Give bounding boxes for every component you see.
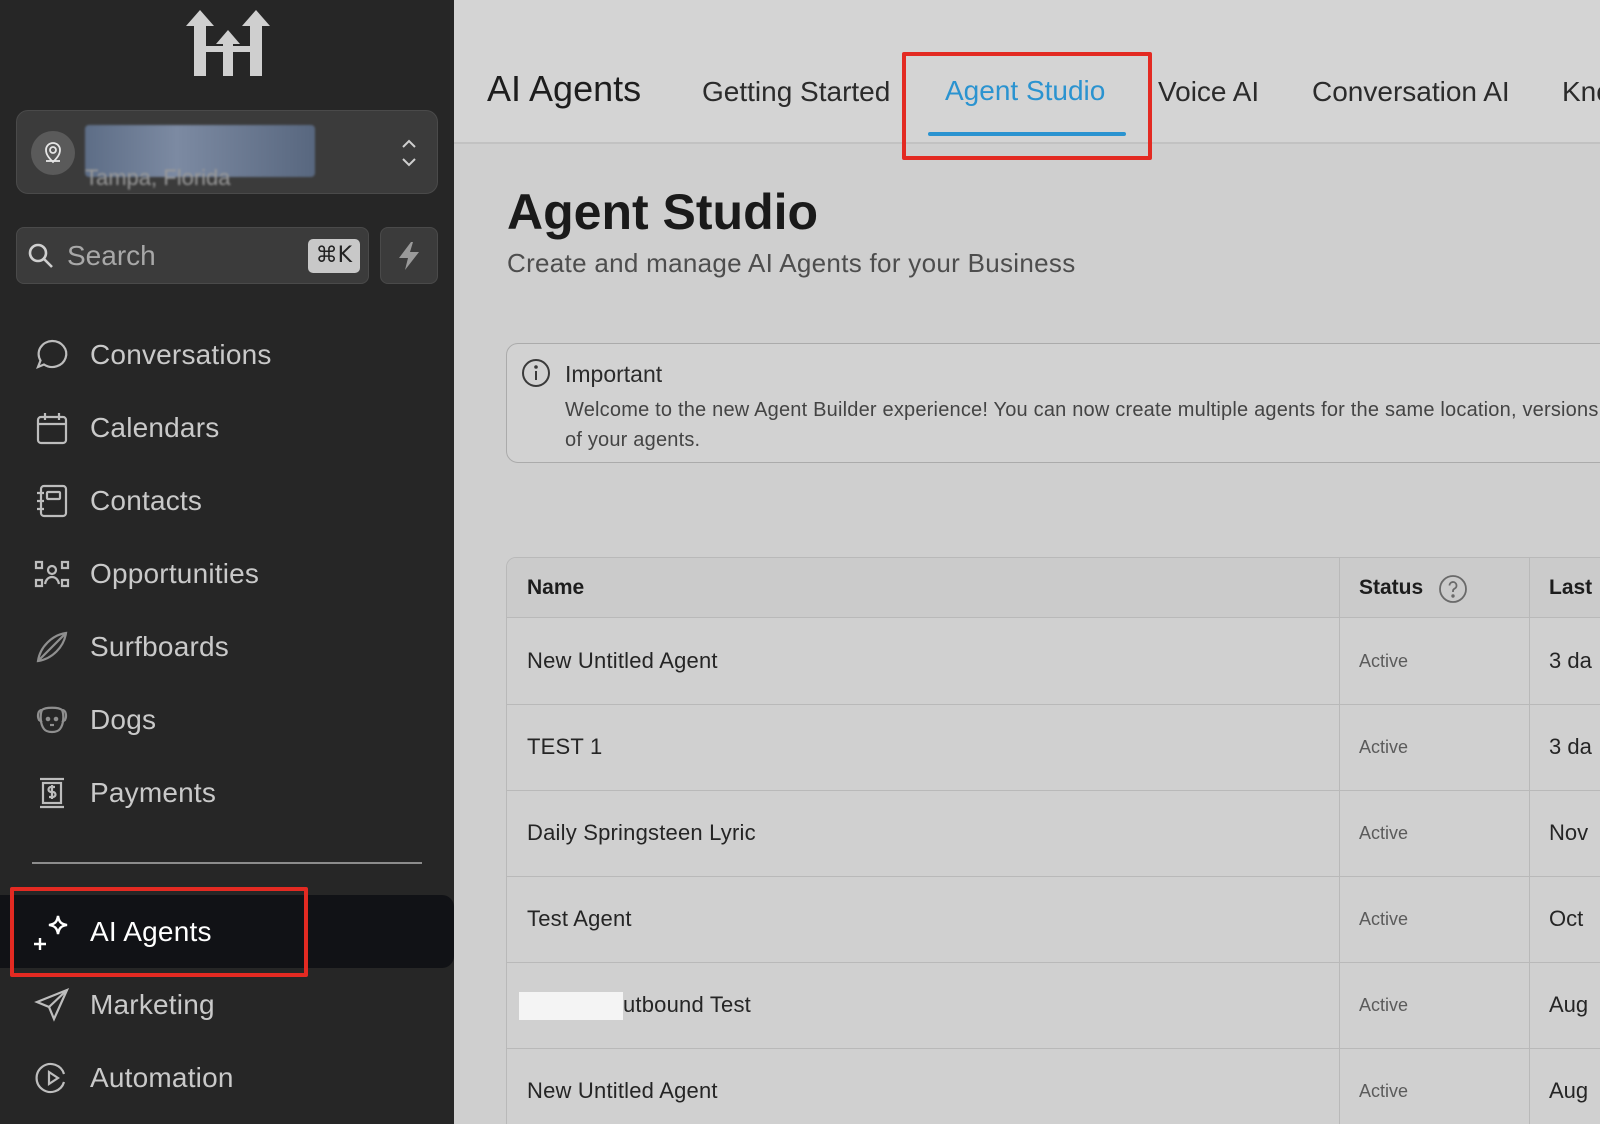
agent-last-updated: 3 da: [1549, 648, 1592, 673]
sidebar-item-label: Dogs: [90, 703, 157, 735]
table-row[interactable]: Daily Springsteen Lyric Active Nov: [507, 791, 1600, 877]
agents-table: Name Status Last New Untitled Agent Acti…: [506, 557, 1600, 1124]
agent-name[interactable]: Daily Springsteen Lyric: [527, 820, 756, 846]
location-pin-icon: [31, 131, 75, 175]
surfboard-icon: [32, 627, 72, 667]
agent-name[interactable]: utbound Test: [623, 992, 751, 1018]
question-circle-icon[interactable]: [1438, 574, 1468, 604]
tab-voice-ai[interactable]: Voice AI: [1158, 76, 1259, 108]
active-tab-indicator: [928, 132, 1126, 136]
agent-name[interactable]: New Untitled Agent: [527, 1078, 718, 1104]
sidebar-item-conversations[interactable]: Conversations: [0, 318, 454, 391]
search-icon: [28, 243, 53, 268]
main-content: AI Agents Getting Started Agent Studio V…: [454, 0, 1600, 1124]
sidebar-divider: [32, 862, 422, 864]
sidebar-item-marketing[interactable]: Marketing: [0, 968, 454, 1041]
sidebar-item-label: Conversations: [90, 338, 272, 370]
page-subtitle: Create and manage AI Agents for your Bus…: [507, 248, 1076, 278]
sidebar-item-automation[interactable]: Automation: [0, 1041, 454, 1114]
agent-name[interactable]: Test Agent: [527, 906, 632, 932]
sidebar-item-label: Contacts: [90, 484, 203, 516]
sidebar-item-label: Automation: [90, 1061, 234, 1093]
agent-last-updated: Oct: [1549, 906, 1584, 931]
info-icon: [522, 359, 550, 387]
column-header-last-updated[interactable]: Last: [1549, 576, 1592, 600]
location-subtitle: Tampa, Florida: [85, 165, 231, 190]
column-header-status[interactable]: Status: [1359, 576, 1423, 600]
search-shortcut-badge: ⌘K: [307, 239, 360, 273]
chevron-up-down-icon: [402, 139, 416, 167]
play-circle-icon: [32, 1058, 72, 1098]
agent-status: Active: [1359, 651, 1409, 671]
sidebar-item-label: Calendars: [90, 411, 220, 443]
alert-title: Important: [565, 361, 663, 387]
redacted-text: [519, 992, 623, 1020]
sparkles-icon: [32, 912, 72, 952]
tab-conversation-ai[interactable]: Conversation AI: [1312, 76, 1510, 108]
sidebar-nav-secondary: AI Agents Marketing Automation: [0, 895, 454, 1114]
important-alert: Important Welcome to the new Agent Build…: [506, 343, 1600, 463]
page-title: Agent Studio: [507, 184, 819, 240]
table-row[interactable]: Test Agent Active Oct: [507, 877, 1600, 963]
opportunities-icon: [32, 554, 72, 594]
sidebar-item-dogs[interactable]: Dogs: [0, 683, 454, 756]
agent-name[interactable]: New Untitled Agent: [527, 648, 718, 674]
paper-plane-icon: [32, 985, 72, 1025]
sidebar-item-contacts[interactable]: Contacts: [0, 464, 454, 537]
quick-action-button[interactable]: [380, 227, 438, 284]
table-row[interactable]: utbound Test Active Aug: [507, 963, 1600, 1049]
sidebar-nav-primary: Conversations Calendars Contacts Opportu…: [0, 318, 454, 829]
agent-last-updated: Aug: [1549, 1078, 1589, 1103]
sidebar-item-payments[interactable]: Payments: [0, 756, 454, 829]
sidebar-item-surfboards[interactable]: Surfboards: [0, 610, 454, 683]
sidebar-item-label: Opportunities: [90, 557, 260, 589]
tab-agent-studio[interactable]: Agent Studio: [945, 75, 1105, 107]
tab-getting-started[interactable]: Getting Started: [702, 76, 890, 108]
lightning-bolt-icon: [399, 241, 419, 270]
agent-last-updated: Aug: [1549, 992, 1589, 1017]
agent-status: Active: [1359, 823, 1409, 843]
calendar-icon: [32, 408, 72, 448]
app-title: AI Agents: [487, 68, 642, 109]
payments-icon: [32, 773, 72, 813]
sidebar-item-label: Surfboards: [90, 630, 229, 662]
sidebar-item-label: Marketing: [90, 988, 215, 1020]
tab-knowledge-base[interactable]: Kno: [1562, 76, 1600, 108]
table-row[interactable]: TEST 1 Active 3 da: [507, 705, 1600, 791]
column-header-name[interactable]: Name: [527, 576, 584, 600]
search-bar[interactable]: ⌘K: [16, 227, 369, 284]
sidebar-item-ai-agents[interactable]: AI Agents: [0, 895, 454, 968]
sidebar-item-label: Payments: [90, 776, 217, 808]
search-input[interactable]: [67, 240, 297, 272]
agent-status: Active: [1359, 737, 1409, 757]
agent-name[interactable]: TEST 1: [527, 734, 602, 760]
header-tabs-bar: AI Agents Getting Started Agent Studio V…: [454, 0, 1600, 160]
sidebar-item-opportunities[interactable]: Opportunities: [0, 537, 454, 610]
contacts-book-icon: [32, 481, 72, 521]
agent-last-updated: 3 da: [1549, 734, 1592, 759]
agent-status: Active: [1359, 909, 1409, 929]
brand-arrows-logo[interactable]: [186, 10, 270, 78]
table-row[interactable]: New Untitled Agent Active Aug: [507, 1049, 1600, 1124]
agent-last-updated: Nov: [1549, 820, 1589, 845]
sidebar-item-label: AI Agents: [90, 915, 212, 947]
table-row[interactable]: New Untitled Agent Active 3 da: [507, 619, 1600, 705]
chat-bubble-icon: [32, 335, 72, 375]
table-header: Name Status Last: [507, 558, 1600, 618]
location-name-redacted: Tampa, Florida: [85, 125, 315, 190]
agent-status: Active: [1359, 995, 1409, 1015]
sidebar-item-calendars[interactable]: Calendars: [0, 391, 454, 464]
location-switcher[interactable]: Tampa, Florida: [16, 110, 438, 194]
sidebar: Tampa, Florida ⌘K Conversations Calendar…: [0, 0, 454, 1124]
agent-status: Active: [1359, 1081, 1409, 1101]
dog-icon: [32, 700, 72, 740]
alert-body: Welcome to the new Agent Builder experie…: [565, 399, 1599, 451]
